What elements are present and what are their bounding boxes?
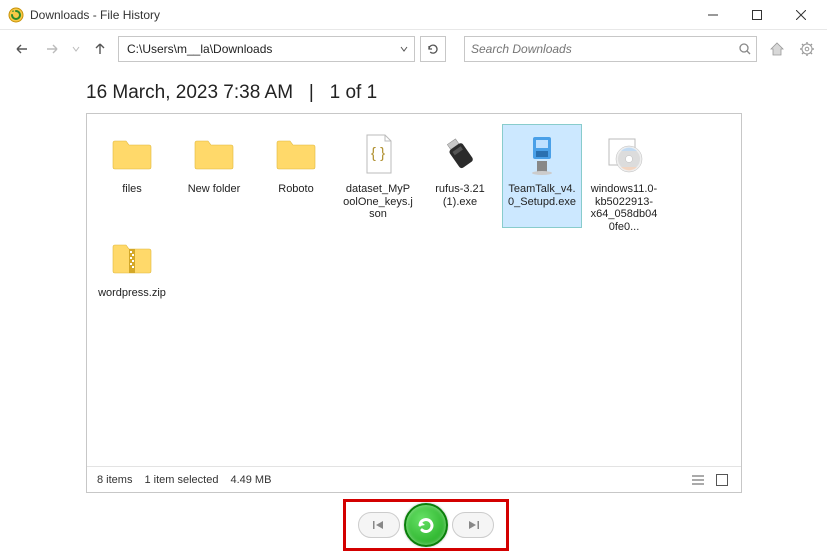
- search-input[interactable]: [469, 41, 738, 57]
- back-button[interactable]: [10, 37, 34, 61]
- file-label: dataset_MyPoolOne_keys.json: [343, 183, 413, 221]
- file-label: rufus-3.21 (1).exe: [425, 183, 495, 208]
- details-view-button[interactable]: [689, 471, 707, 489]
- version-timestamp: 16 March, 2023 7:38 AM: [86, 82, 293, 103]
- file-label: Roboto: [261, 183, 331, 196]
- restore-controls-highlight: [343, 499, 509, 551]
- version-separator: |: [309, 82, 314, 103]
- folder-icon: [273, 131, 319, 177]
- folder-icon: [191, 131, 237, 177]
- status-bar: 8 items 1 item selected 4.49 MB: [87, 466, 741, 492]
- path-input[interactable]: [125, 41, 400, 57]
- disc-exe-icon: [601, 131, 647, 177]
- up-button[interactable]: [88, 37, 112, 61]
- settings-gear-icon[interactable]: [797, 39, 817, 59]
- address-bar[interactable]: [118, 36, 415, 62]
- file-item[interactable]: windows11.0-kb5022913-x64_058db040fe0...: [584, 124, 664, 228]
- svg-text:{ }: { }: [371, 145, 385, 162]
- json-icon: { }: [355, 131, 401, 177]
- window-title: Downloads - File History: [30, 8, 160, 22]
- version-position: 1 of 1: [330, 82, 378, 103]
- search-box[interactable]: [464, 36, 757, 62]
- version-header: 16 March, 2023 7:38 AM | 1 of 1: [86, 82, 827, 104]
- file-label: windows11.0-kb5022913-x64_058db040fe0...: [589, 183, 659, 231]
- zip-icon: [109, 235, 155, 281]
- folder-icon: [109, 131, 155, 177]
- icons-view-button[interactable]: [713, 471, 731, 489]
- file-item[interactable]: New folder: [174, 124, 254, 228]
- file-label: wordpress.zip: [97, 287, 167, 300]
- minimize-button[interactable]: [691, 1, 735, 29]
- toolbar: [0, 30, 827, 68]
- files-area[interactable]: files New folder Roboto { } dataset_MyPoolOn…: [87, 114, 741, 466]
- search-icon: [738, 42, 752, 56]
- file-label: files: [97, 183, 167, 196]
- file-item[interactable]: TeamTalk_v4.0_Setupd.exe: [502, 124, 582, 228]
- file-item[interactable]: files: [92, 124, 172, 228]
- file-item[interactable]: Roboto: [256, 124, 336, 228]
- file-item[interactable]: { } dataset_MyPoolOne_keys.json: [338, 124, 418, 228]
- file-label: New folder: [179, 183, 249, 196]
- previous-version-button[interactable]: [358, 512, 400, 538]
- titlebar: Downloads - File History: [0, 0, 827, 30]
- dropdown-icon[interactable]: [400, 45, 408, 53]
- next-version-button[interactable]: [452, 512, 494, 538]
- status-items: 8 items: [97, 474, 132, 486]
- restore-button[interactable]: [404, 503, 448, 547]
- file-label: TeamTalk_v4.0_Setupd.exe: [507, 183, 577, 208]
- maximize-button[interactable]: [735, 1, 779, 29]
- refresh-button[interactable]: [420, 36, 446, 62]
- recent-locations-button[interactable]: [70, 37, 82, 61]
- usb-exe-icon: [437, 131, 483, 177]
- status-size: 4.49 MB: [230, 474, 271, 486]
- content-frame: files New folder Roboto { } dataset_MyPoolOn…: [86, 113, 742, 493]
- home-icon[interactable]: [767, 39, 787, 59]
- setup-exe-icon: [519, 131, 565, 177]
- app-icon: [8, 7, 24, 23]
- file-item[interactable]: rufus-3.21 (1).exe: [420, 124, 500, 228]
- close-button[interactable]: [779, 1, 823, 29]
- status-selected: 1 item selected: [144, 474, 218, 486]
- forward-button[interactable]: [40, 37, 64, 61]
- file-item[interactable]: wordpress.zip: [92, 228, 172, 332]
